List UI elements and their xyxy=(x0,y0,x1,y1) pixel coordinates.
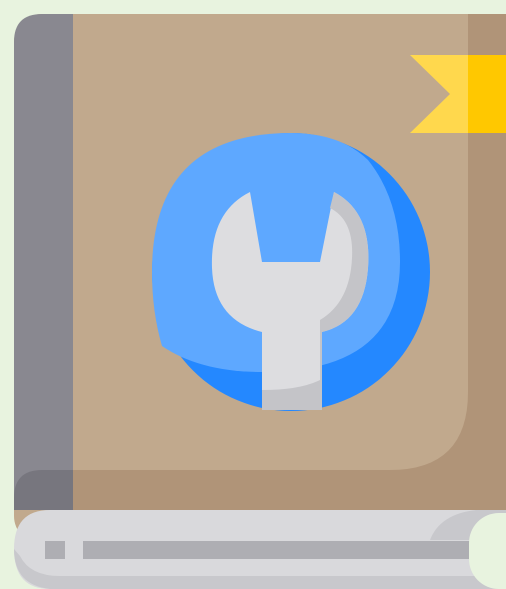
icon-canvas xyxy=(0,0,506,589)
bookmark-ribbon xyxy=(468,55,506,133)
book-spine xyxy=(14,14,73,510)
page-line-long xyxy=(83,541,483,559)
book-spine-shadow xyxy=(14,470,73,510)
technical-manual-icon xyxy=(14,14,506,589)
emblem xyxy=(152,133,430,411)
page-line-short xyxy=(45,541,65,559)
